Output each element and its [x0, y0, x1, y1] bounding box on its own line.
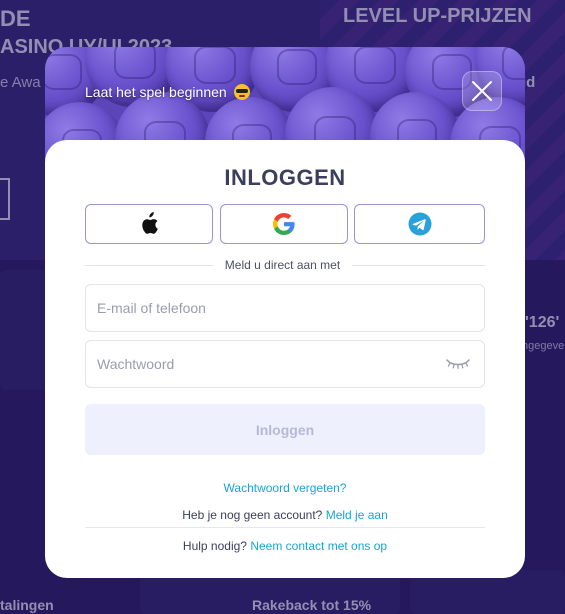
google-icon — [273, 213, 295, 235]
apple-login-button[interactable] — [85, 204, 213, 244]
help-prompt: Hulp nodig? Neem contact met ons op — [45, 539, 525, 553]
banner-tagline: Laat het spel beginnen — [85, 84, 250, 100]
divider — [85, 265, 213, 266]
close-button[interactable] — [462, 71, 502, 111]
login-submit-button[interactable]: Inloggen — [85, 404, 485, 455]
login-form: INLOGGEN Meld u direct aan met Inloggen … — [45, 140, 525, 578]
divider — [352, 265, 485, 266]
banner-tagline-text: Laat het spel beginnen — [85, 84, 227, 100]
telegram-icon — [408, 212, 431, 236]
forgot-password-link[interactable]: Wachtwoord vergeten? — [45, 481, 525, 495]
close-icon — [472, 81, 492, 101]
login-title: INLOGGEN — [224, 165, 346, 190]
contact-support-link[interactable]: Neem contact met ons op — [250, 539, 387, 553]
register-prompt-text: Heb je nog geen account? — [182, 508, 323, 522]
apple-icon — [142, 212, 158, 234]
eye-closed-icon[interactable] — [445, 355, 471, 371]
help-prompt-text: Hulp nodig? — [182, 539, 247, 553]
social-login-caption: Meld u direct aan met — [224, 258, 341, 272]
email-phone-input[interactable] — [85, 284, 485, 332]
divider — [85, 527, 485, 528]
telegram-login-button[interactable] — [354, 204, 485, 244]
google-login-button[interactable] — [220, 204, 348, 244]
password-input[interactable] — [85, 340, 485, 388]
sunglasses-emoji-icon — [233, 84, 250, 100]
register-link[interactable]: Meld je aan — [326, 508, 388, 522]
register-prompt: Heb je nog geen account? Meld je aan — [45, 508, 525, 522]
